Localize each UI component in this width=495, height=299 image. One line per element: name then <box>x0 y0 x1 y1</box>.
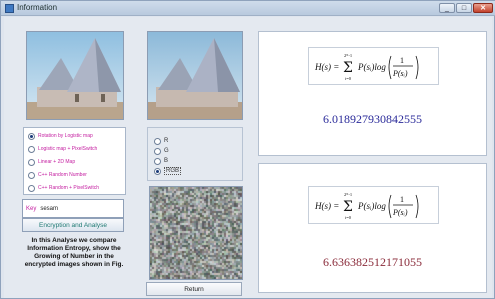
channel-label: B <box>164 158 169 164</box>
noise-canvas <box>150 187 242 279</box>
app-icon <box>5 4 14 13</box>
algo-option-3[interactable]: Linear + 2D Map <box>28 157 126 167</box>
entropy-value: 6.018927930842555 <box>323 112 422 126</box>
radio-button[interactable] <box>154 167 161 175</box>
entropy-formula: H(s) = Σ 2ᴺ-1 i=0 P(sᵢ)log 1 P(sᵢ) <box>308 47 439 85</box>
svg-text:i=0: i=0 <box>345 215 352 220</box>
radio-button[interactable] <box>154 137 161 145</box>
radio-button[interactable] <box>154 157 161 165</box>
encrypted-image <box>149 186 243 280</box>
client-area: Rotation by Logistic map Logistic map + … <box>4 17 492 298</box>
algo-option-label: C++ Random + PixelSwitch <box>38 185 100 191</box>
minimize-button[interactable]: _ <box>439 3 455 13</box>
channel-label: R <box>164 138 169 144</box>
processed-image <box>147 31 243 120</box>
entropy-formula: H(s) = Σ 2ᴺ-1 i=0 P(sᵢ)log 1 P(sᵢ) <box>308 186 439 224</box>
key-input[interactable] <box>40 205 111 212</box>
formula-graphic: H(s) = Σ 2ᴺ-1 i=0 P(sᵢ)log 1 P(sᵢ) <box>314 192 419 220</box>
channel-option-b[interactable]: B <box>154 156 168 166</box>
algo-option-label: Logistic map + PixelSwitch <box>38 146 98 152</box>
radio-button[interactable] <box>28 184 35 192</box>
close-button[interactable]: ✕ <box>473 3 493 13</box>
maximize-button[interactable]: □ <box>456 3 472 13</box>
channel-option-r[interactable]: R <box>154 136 168 146</box>
encrypt-and-analyse-button[interactable]: Encryption and Analyse <box>22 218 124 232</box>
algo-option-1[interactable]: Rotation by Logistic map <box>28 131 126 141</box>
formula-graphic: H(s) = Σ 2ᴺ-1 i=0 P(sᵢ)log 1 P(sᵢ) <box>314 53 419 81</box>
svg-text:Σ: Σ <box>343 60 353 76</box>
window-title: Information <box>17 3 58 12</box>
svg-text:2ᴺ-1: 2ᴺ-1 <box>344 53 352 58</box>
app-window: Information _ □ ✕ Rotation by Logistic m… <box>0 0 495 299</box>
algo-option-5[interactable]: C++ Random + PixelSwitch <box>28 183 126 193</box>
algo-option-label: Linear + 2D Map <box>38 159 76 165</box>
radio-button[interactable] <box>28 145 35 153</box>
radio-button[interactable] <box>28 132 35 140</box>
radio-button[interactable] <box>154 147 161 155</box>
algo-option-label: Rotation by Logistic map <box>38 133 93 139</box>
algo-option-4[interactable]: C++ Random Number <box>28 170 126 180</box>
svg-text:H(s) =: H(s) = <box>314 62 339 72</box>
entropy-panel-encrypted: H(s) = Σ 2ᴺ-1 i=0 P(sᵢ)log 1 P(sᵢ) 6.636… <box>258 163 487 293</box>
svg-text:P(sᵢ): P(sᵢ) <box>392 208 408 217</box>
return-button[interactable]: Return <box>146 282 242 296</box>
svg-text:P(sᵢ): P(sᵢ) <box>392 69 408 78</box>
original-image <box>26 31 124 120</box>
svg-text:2ᴺ-1: 2ᴺ-1 <box>344 192 352 197</box>
svg-text:P(sᵢ)log: P(sᵢ)log <box>357 201 386 211</box>
radio-button[interactable] <box>28 171 35 179</box>
algo-option-label: C++ Random Number <box>38 172 87 178</box>
svg-text:P(sᵢ)log: P(sᵢ)log <box>357 62 386 72</box>
key-label: Key <box>26 205 37 212</box>
algo-option-2[interactable]: Logistic map + PixelSwitch <box>28 144 126 154</box>
algorithm-group: Rotation by Logistic map Logistic map + … <box>23 127 126 195</box>
svg-text:H(s) =: H(s) = <box>314 201 339 211</box>
channel-label: G <box>164 148 169 154</box>
svg-text:1: 1 <box>400 56 404 65</box>
channel-label: RGB <box>164 167 182 175</box>
svg-text:1: 1 <box>400 195 404 204</box>
svg-text:i=0: i=0 <box>345 76 352 81</box>
channel-option-rgb[interactable]: RGB <box>154 166 182 176</box>
entropy-value: 6.636382512171055 <box>323 255 422 269</box>
description-text: In this Analyse we compare Information E… <box>24 237 124 268</box>
channel-group: R G B RGB <box>147 127 243 181</box>
channel-option-g[interactable]: G <box>154 146 169 156</box>
entropy-panel-original: H(s) = Σ 2ᴺ-1 i=0 P(sᵢ)log 1 P(sᵢ) 6.018… <box>258 31 487 156</box>
key-field: Key <box>22 199 124 218</box>
title-bar[interactable]: Information _ □ ✕ <box>1 1 495 16</box>
svg-text:Σ: Σ <box>343 199 353 215</box>
radio-button[interactable] <box>28 158 35 166</box>
